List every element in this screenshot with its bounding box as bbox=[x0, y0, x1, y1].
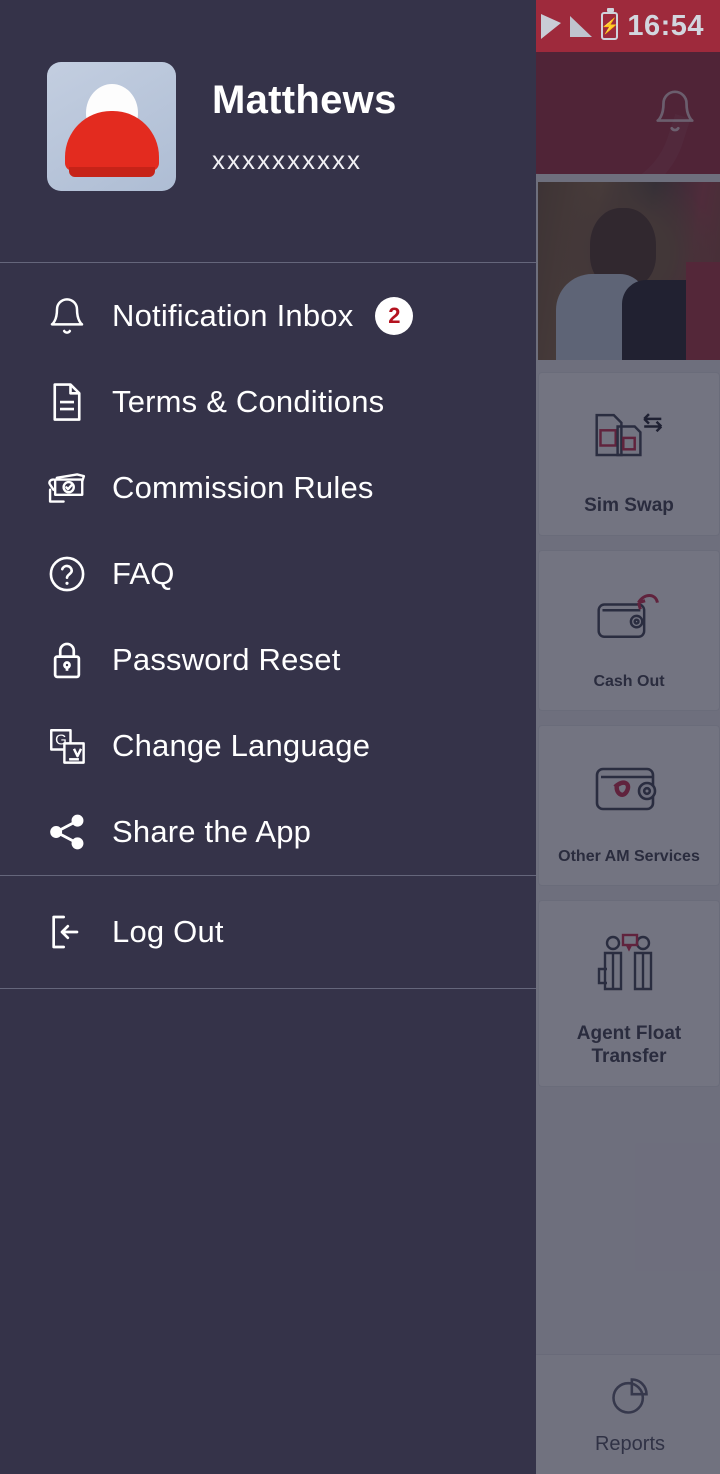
menu-item-label: Log Out bbox=[112, 914, 224, 949]
menu-item-notification-inbox[interactable]: Notification Inbox 2 bbox=[0, 273, 536, 359]
status-bar-clock: 16:54 bbox=[627, 9, 704, 42]
profile-phone: xxxxxxxxxx bbox=[212, 144, 362, 175]
menu-item-password-reset[interactable]: Password Reset bbox=[0, 617, 536, 703]
logout-section: Log Out bbox=[0, 876, 536, 988]
menu-item-terms-conditions[interactable]: Terms & Conditions bbox=[0, 359, 536, 445]
status-badge: 2 bbox=[375, 297, 414, 335]
profile-name: Matthews bbox=[212, 77, 397, 122]
hand-money-icon bbox=[44, 467, 90, 509]
signal-icon bbox=[541, 13, 562, 39]
profile-header[interactable]: Matthews xxxxxxxxxx bbox=[0, 0, 536, 191]
logout-icon bbox=[44, 911, 90, 953]
menu-item-change-language[interactable]: G Change Language bbox=[0, 703, 536, 789]
svg-text:G: G bbox=[55, 732, 67, 749]
translate-icon: G bbox=[44, 725, 90, 767]
menu-item-label: Notification Inbox bbox=[112, 298, 354, 333]
bell-icon bbox=[44, 295, 90, 337]
menu-item-faq[interactable]: FAQ bbox=[0, 531, 536, 617]
menu-item-label: Commission Rules bbox=[112, 470, 374, 505]
signal-icon bbox=[570, 15, 593, 37]
document-icon bbox=[44, 381, 90, 423]
drawer-menu-list: Notification Inbox 2 Terms & Conditions bbox=[0, 263, 536, 875]
question-circle-icon bbox=[44, 553, 90, 595]
menu-item-share-the-app[interactable]: Share the App bbox=[0, 789, 536, 875]
menu-item-log-out[interactable]: Log Out bbox=[0, 876, 536, 988]
menu-item-label: FAQ bbox=[112, 556, 175, 591]
lock-icon bbox=[44, 638, 90, 682]
navigation-drawer: Matthews xxxxxxxxxx Notification Inbox 2 bbox=[0, 0, 536, 1474]
share-icon bbox=[44, 811, 90, 853]
divider bbox=[0, 988, 536, 989]
menu-item-commission-rules[interactable]: Commission Rules bbox=[0, 445, 536, 531]
user-avatar-icon bbox=[47, 62, 176, 191]
battery-charging-icon: ⚡ bbox=[600, 8, 619, 40]
menu-item-label: Password Reset bbox=[112, 642, 341, 677]
menu-item-label: Change Language bbox=[112, 728, 371, 763]
menu-item-label: Terms & Conditions bbox=[112, 384, 385, 419]
app-screen: Sim Swap Cash Out bbox=[0, 0, 720, 1474]
menu-item-label: Share the App bbox=[112, 814, 312, 849]
